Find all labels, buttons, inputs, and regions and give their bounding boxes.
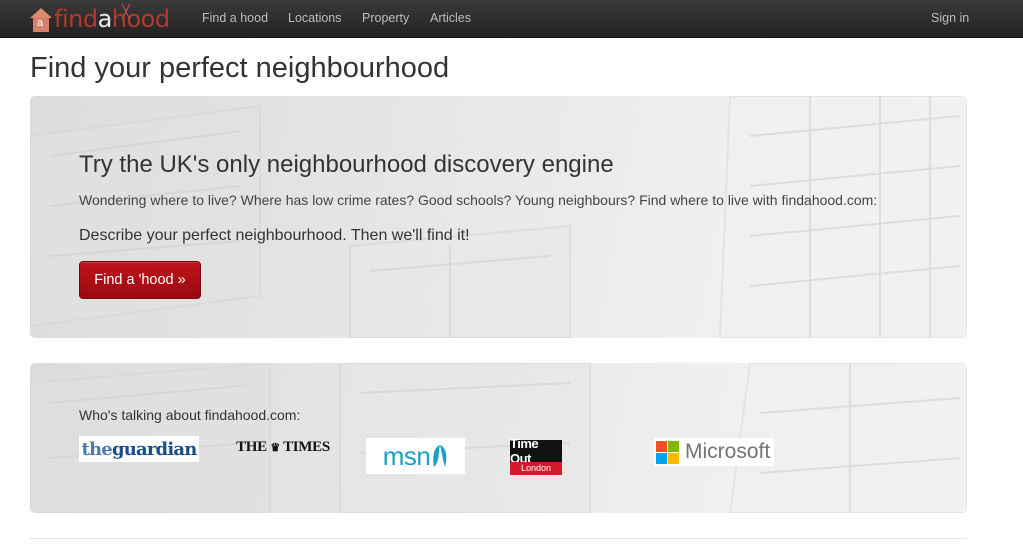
windows-grid-icon (656, 440, 679, 464)
butterfly-icon (433, 445, 447, 467)
press-label: Who's talking about findahood.com: (79, 407, 301, 423)
roof-chevron-icon: ╳ (122, 5, 130, 20)
divider (30, 538, 967, 539)
msn-logo: msn (366, 438, 465, 474)
brand-wordmark: findahood ╳ (54, 0, 170, 38)
nav-sign-in[interactable]: Sign in (931, 0, 969, 38)
guardian-logo: the guardian (79, 436, 199, 462)
find-a-hood-button[interactable]: Find a 'hood » (79, 261, 201, 299)
hero-subheading: Describe your perfect neighbourhood. The… (79, 227, 470, 244)
nav-articles[interactable]: Articles (430, 0, 471, 38)
press-panel: Who's talking about findahood.com: the gu… (30, 363, 967, 513)
hero-lead-text: Wondering where to live? Where has low c… (79, 192, 878, 208)
nav-find-a-hood[interactable]: Find a hood (202, 0, 268, 38)
house-icon (30, 6, 52, 32)
microsoft-logo: Microsoft (654, 438, 774, 466)
page-title: Find your perfect neighbourhood (30, 52, 450, 84)
hero-heading: Try the UK's only neighbourhood discover… (79, 151, 614, 178)
hero-panel: Try the UK's only neighbourhood discover… (30, 96, 967, 338)
the-times-logo: THE ♛ TIMES (236, 438, 330, 455)
top-navbar: findahood ╳ Find a hood Locations Proper… (0, 0, 1023, 38)
brand-logo[interactable]: findahood ╳ (30, 0, 170, 38)
building-background-image (30, 96, 967, 338)
nav-property[interactable]: Property (362, 0, 409, 38)
timeout-london-logo: Time Out London (510, 436, 562, 475)
nav-locations[interactable]: Locations (288, 0, 342, 38)
